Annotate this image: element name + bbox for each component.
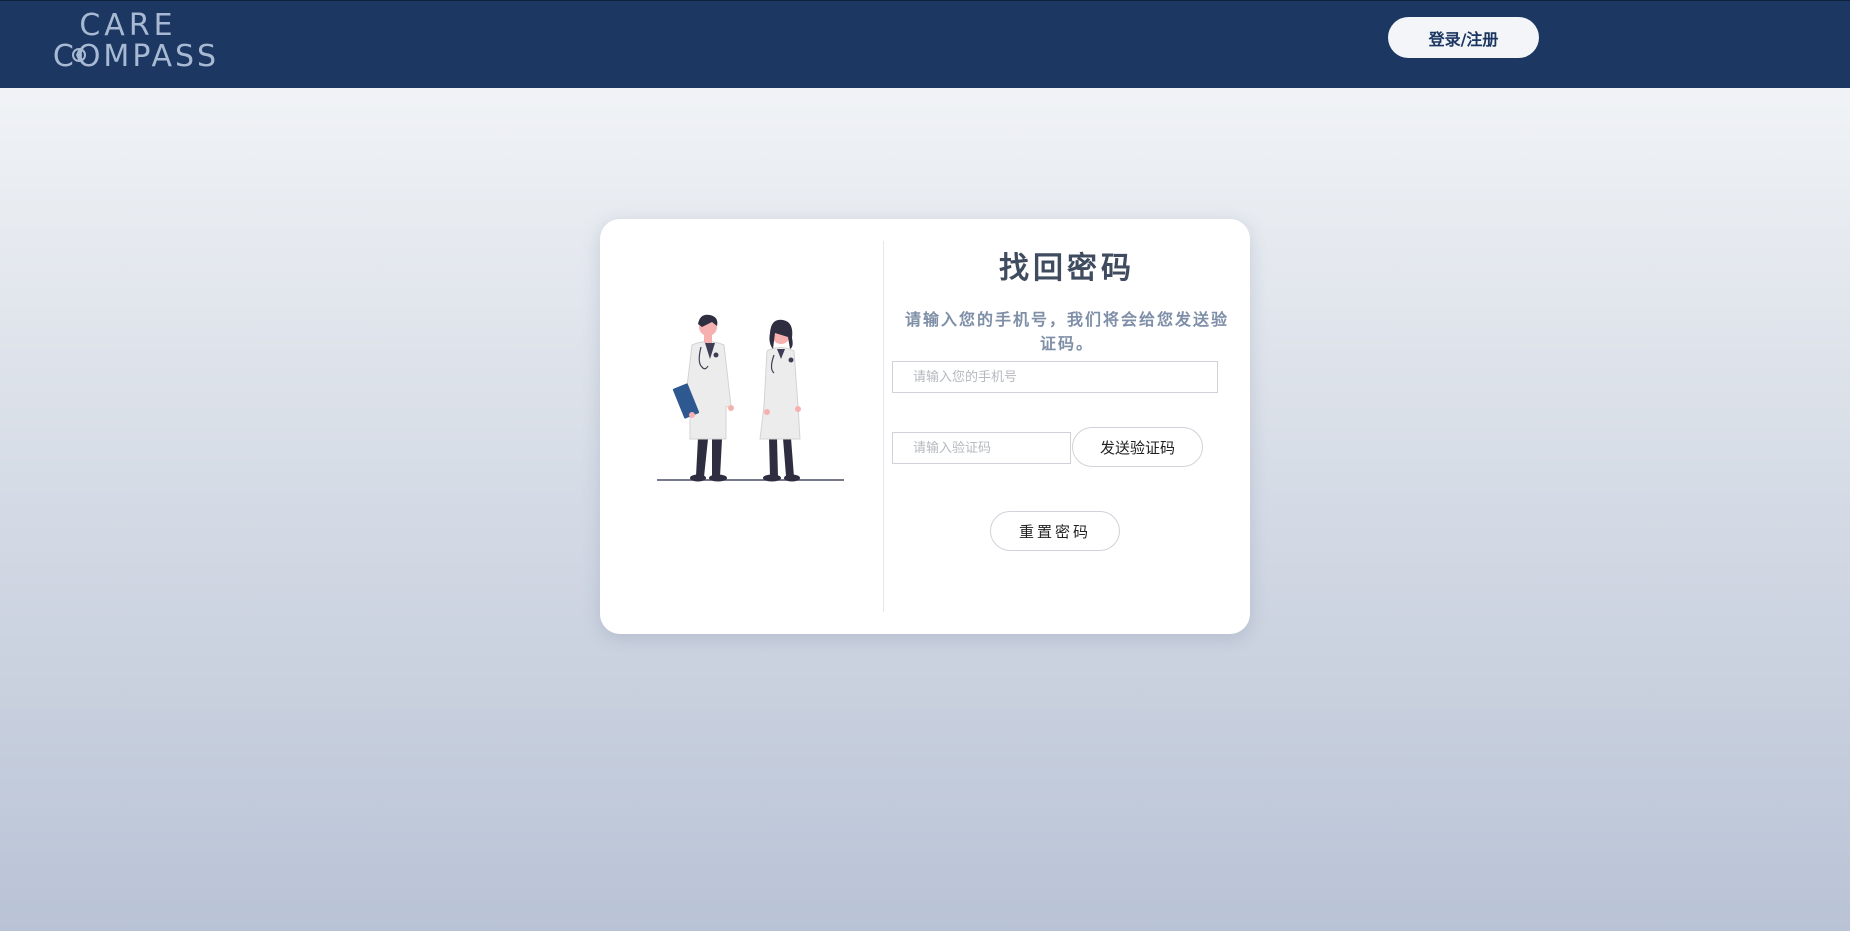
card-divider <box>883 241 884 612</box>
login-register-button[interactable]: 登录/注册 <box>1388 17 1539 58</box>
navbar: CARE COMPASS 登录/注册 <box>0 0 1850 88</box>
phone-input[interactable] <box>892 361 1218 393</box>
verification-code-input[interactable] <box>892 432 1071 464</box>
page-title: 找回密码 <box>999 251 1135 286</box>
send-code-button[interactable]: 发送验证码 <box>1072 427 1203 467</box>
svg-text:CARE: CARE <box>79 9 176 43</box>
instruction-text: 请输入您的手机号，我们将会给您发送验证码。 <box>904 310 1229 353</box>
reset-password-button[interactable]: 重置密码 <box>990 511 1120 551</box>
reset-password-card: 找回密码 请输入您的手机号，我们将会给您发送验证码。 发送验证码 重置密码 <box>600 219 1250 634</box>
care-compass-logo[interactable]: CARE COMPASS <box>38 9 238 71</box>
doctors-illustration <box>657 314 844 482</box>
